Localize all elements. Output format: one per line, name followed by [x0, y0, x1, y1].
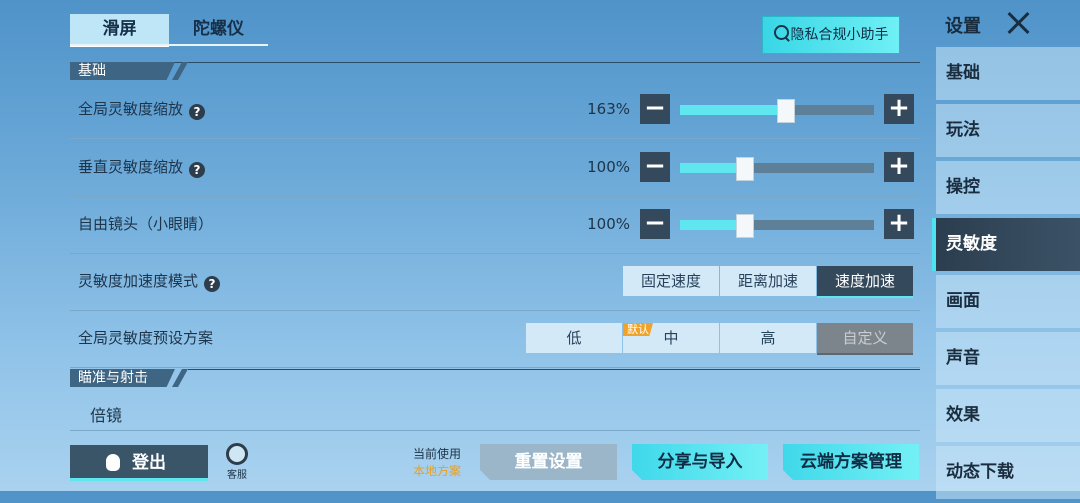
logout-button[interactable]: 登出	[70, 445, 208, 481]
section-stripe-icon	[172, 62, 188, 80]
global-sensitivity-label: 全局灵敏度缩放?	[78, 81, 206, 138]
free-camera-label: 自由镜头（小眼睛）	[78, 215, 214, 233]
preset-option-medium-label: 中	[663, 329, 679, 347]
global-sensitivity-value: 163%	[587, 100, 630, 118]
privacy-assistant-button[interactable]: 隐私合规小助手	[762, 16, 900, 54]
sidebar-item-sound[interactable]: 声音	[936, 332, 1080, 385]
accel-mode-label: 灵敏度加速度模式?	[78, 253, 221, 310]
section-basic: 基础	[70, 62, 175, 80]
section-divider	[188, 369, 920, 370]
logout-label: 登出	[132, 453, 166, 473]
help-icon[interactable]: ?	[189, 162, 206, 178]
slider-fill	[680, 163, 745, 173]
reset-settings-button[interactable]: 重置设置	[480, 444, 617, 480]
settings-title: 设置	[945, 16, 981, 37]
preset-option-custom[interactable]: 自定义	[817, 323, 913, 355]
vertical-sensitivity-label: 垂直灵敏度缩放?	[78, 139, 206, 196]
slider-thumb[interactable]	[776, 99, 795, 123]
qq-icon	[106, 454, 120, 471]
slider-fill	[680, 105, 785, 115]
customer-service-label: 客服	[227, 470, 247, 481]
current-use-value: 本地方案	[412, 464, 461, 478]
section-stripe-icon	[172, 369, 188, 387]
increase-button[interactable]: +	[884, 94, 914, 124]
increase-button[interactable]: +	[884, 209, 914, 239]
vertical-sensitivity-slider[interactable]	[680, 157, 874, 181]
sidebar-item-sensitivity[interactable]: 灵敏度	[932, 218, 1080, 271]
slider-thumb[interactable]	[736, 157, 755, 181]
default-badge: 默认	[623, 323, 653, 336]
close-icon[interactable]	[1004, 9, 1032, 37]
accel-mode-selector: 固定速度 距离加速 速度加速	[623, 266, 914, 298]
vertical-sensitivity-value: 100%	[587, 158, 630, 176]
sidebar-item-graphics[interactable]: 画面	[936, 275, 1080, 328]
section-aim: 瞄准与射击	[70, 369, 175, 387]
global-sensitivity-slider[interactable]	[680, 99, 874, 123]
customer-service-button[interactable]: 客服	[222, 443, 252, 481]
share-import-button[interactable]: 分享与导入	[632, 444, 768, 480]
accel-option-distance[interactable]: 距离加速	[720, 266, 816, 296]
sidebar-item-effects[interactable]: 效果	[936, 389, 1080, 442]
tabs-underline	[70, 44, 268, 46]
current-use-label: 当前使用	[412, 447, 461, 461]
free-camera-slider[interactable]	[680, 214, 874, 238]
preset-option-medium[interactable]: 默认 中	[623, 323, 719, 353]
row-vertical-sensitivity: 垂直灵敏度缩放? 100% − +	[70, 139, 920, 197]
help-icon[interactable]: ?	[189, 104, 206, 120]
scope-row-label[interactable]: 倍镜	[90, 402, 122, 426]
sidebar-item-downloads[interactable]: 动态下载	[936, 446, 1080, 499]
cloud-plan-button[interactable]: 云端方案管理	[783, 444, 919, 480]
section-divider	[70, 62, 920, 63]
row-global-sensitivity: 全局灵敏度缩放? 163% − +	[70, 81, 920, 139]
sidebar: 基础 玩法 操控 灵敏度 画面 声音 效果 动态下载	[932, 47, 1080, 503]
preset-selector: 低 默认 中 高 自定义	[526, 323, 914, 355]
tab-gyro[interactable]: 陀螺仪	[169, 14, 268, 44]
current-plan: 当前使用 本地方案	[400, 446, 474, 480]
free-camera-value: 100%	[587, 215, 630, 233]
slider-thumb[interactable]	[736, 214, 755, 238]
decrease-button[interactable]: −	[640, 152, 670, 182]
accel-option-fixed[interactable]: 固定速度	[623, 266, 719, 296]
row-accel-mode: 灵敏度加速度模式? 固定速度 距离加速 速度加速	[70, 253, 920, 311]
increase-button[interactable]: +	[884, 152, 914, 182]
accel-option-speed[interactable]: 速度加速	[817, 266, 913, 298]
slider-fill	[680, 220, 745, 230]
mode-tabs: 滑屏 陀螺仪	[70, 14, 268, 47]
tab-slide[interactable]: 滑屏	[70, 14, 169, 47]
sidebar-item-gameplay[interactable]: 玩法	[936, 104, 1080, 157]
sidebar-item-controls[interactable]: 操控	[936, 161, 1080, 214]
preset-label: 全局灵敏度预设方案	[78, 329, 214, 347]
row-preset: 全局灵敏度预设方案 低 默认 中 高 自定义	[70, 310, 920, 368]
preset-option-high[interactable]: 高	[720, 323, 816, 353]
sidebar-item-basic[interactable]: 基础	[936, 47, 1080, 100]
preset-option-low[interactable]: 低	[526, 323, 622, 353]
privacy-assistant-label: 隐私合规小助手	[790, 27, 889, 43]
decrease-button[interactable]: −	[640, 209, 670, 239]
search-icon	[773, 25, 789, 40]
headset-icon	[226, 443, 248, 465]
row-free-camera: 自由镜头（小眼睛） 100% − +	[70, 196, 920, 254]
decrease-button[interactable]: −	[640, 94, 670, 124]
help-icon[interactable]: ?	[204, 276, 221, 292]
row-divider	[70, 430, 920, 431]
